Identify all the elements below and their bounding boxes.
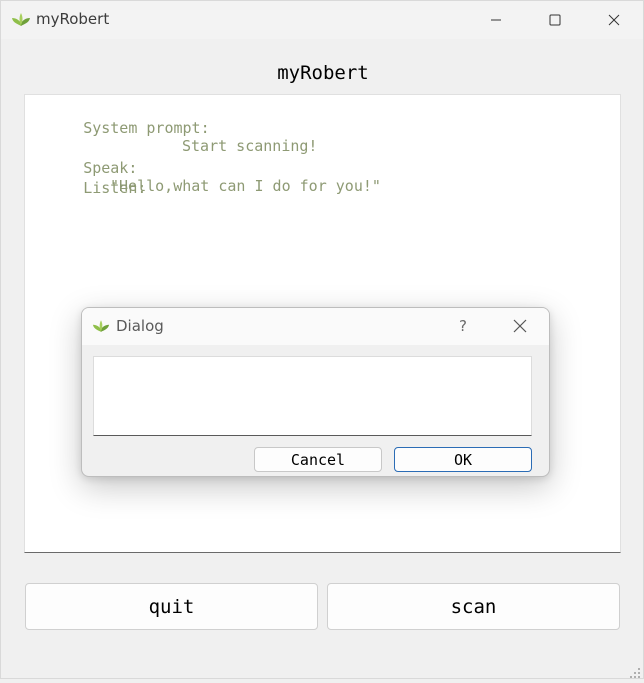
main-window: myRobert myRobert System prompt: Start s… [0,0,644,679]
minimize-icon [490,14,502,26]
app-leaf-icon [92,319,110,334]
app-leaf-icon [11,12,31,28]
minimize-button[interactable] [467,1,525,39]
dialog-text-input[interactable] [93,356,532,436]
log-label: System prompt: [83,119,210,137]
resize-grip-icon[interactable] [629,664,641,678]
dialog-title: Dialog [116,317,164,335]
ok-button[interactable]: OK [394,447,532,472]
log-label: Listen: [83,179,147,197]
dialog-close-button[interactable] [502,312,538,342]
dialog-title-bar[interactable]: Dialog ? [82,308,549,345]
maximize-icon [549,14,561,26]
title-bar[interactable]: myRobert [1,1,643,39]
window-title: myRobert [36,10,110,28]
help-button[interactable]: ? [454,317,472,335]
page-title: myRobert [277,62,369,84]
scan-button[interactable]: scan [327,583,620,630]
cancel-button[interactable]: Cancel [254,447,382,472]
quit-button[interactable]: quit [25,583,318,630]
input-dialog: Dialog ? Cancel OK [81,307,550,477]
close-icon [513,318,527,337]
log-value: "Hello,what can I do for you!" [110,177,381,195]
close-button[interactable] [585,1,643,39]
log-value: Start scanning! [182,137,318,155]
maximize-button[interactable] [526,1,584,39]
log-line-listen: Listen: [29,161,146,233]
close-icon [608,14,620,26]
